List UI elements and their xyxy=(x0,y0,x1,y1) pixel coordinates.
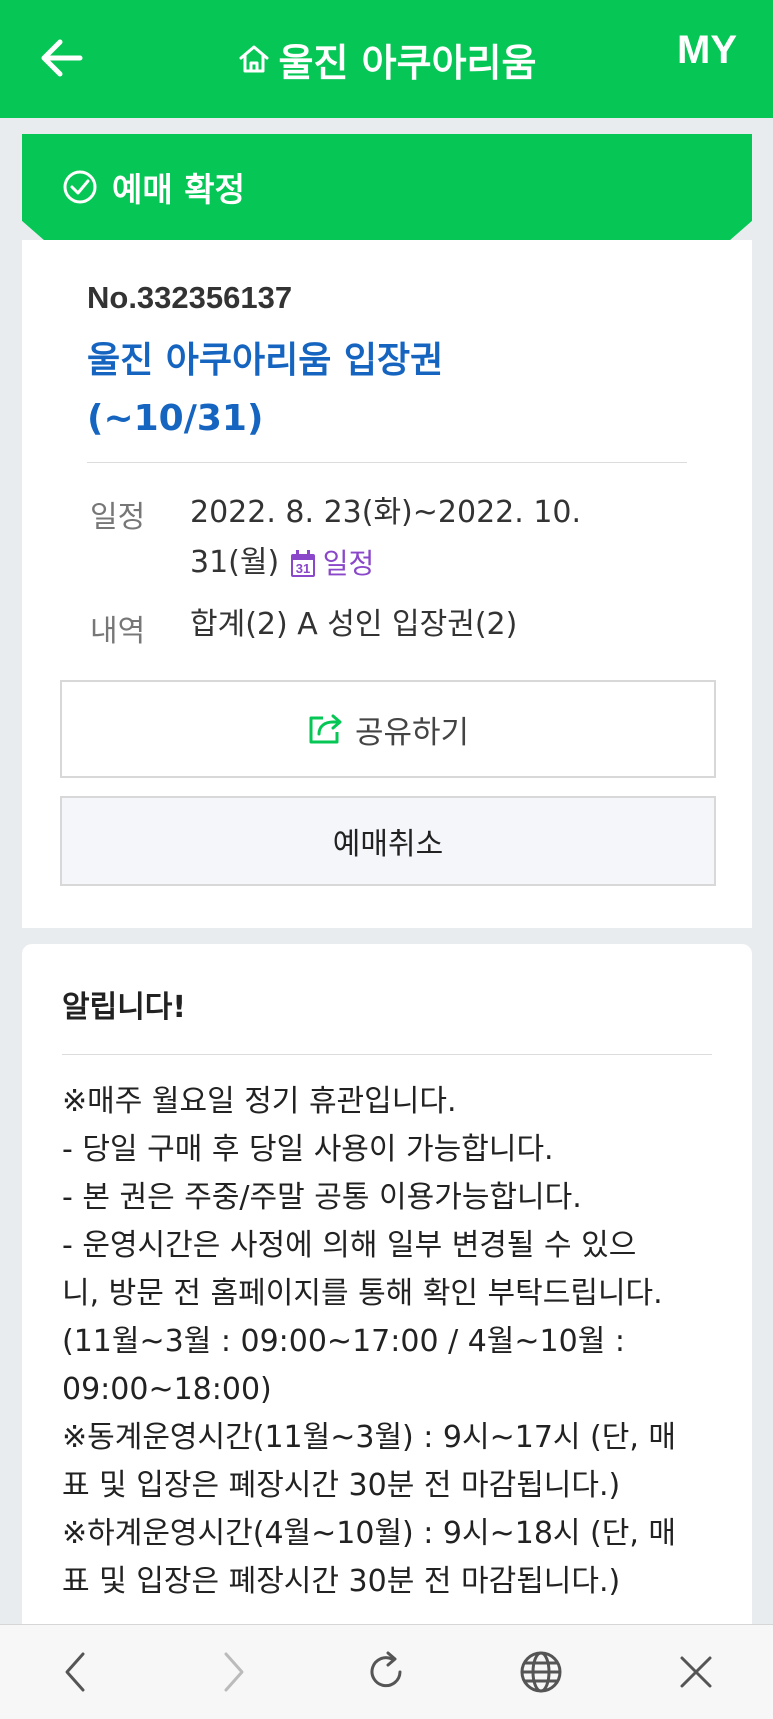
notice-line: - 운영시간은 사정에 의해 일부 변경될 수 있으 xyxy=(62,1228,637,1263)
globe-icon xyxy=(520,1651,562,1693)
details-value: 합계(2) A 성인 입장권(2) xyxy=(190,607,518,642)
notice-line: - 본 권은 주중/주말 공통 이용가능합니다. xyxy=(62,1180,582,1215)
share-label: 공유하기 xyxy=(354,714,470,751)
notice-line: ※하계운영시간(4월~10월) : 9시~18시 (단, 매 xyxy=(62,1516,677,1551)
notice-line: ※매주 월요일 정기 휴관입니다. xyxy=(62,1084,457,1119)
status-label: 예매 확정 xyxy=(112,170,245,209)
cancel-booking-button[interactable]: 예매취소 xyxy=(60,796,716,886)
header-title[interactable]: 울진 아쿠아리움 xyxy=(237,32,537,87)
browser-close-button[interactable] xyxy=(666,1642,726,1702)
notice-title: 알립니다! xyxy=(62,990,187,1025)
close-icon xyxy=(680,1656,712,1688)
arrow-left-icon xyxy=(41,39,83,77)
notice-line: - 당일 구매 후 당일 사용이 가능합니다. xyxy=(62,1132,554,1167)
calendar-link[interactable]: 31 일정 xyxy=(289,539,375,589)
status-banner: 예매 확정 xyxy=(22,134,752,240)
notice-line: ※동계운영시간(11월~3월) : 9시~17시 (단, 매 xyxy=(62,1420,677,1455)
notice-line: 표 및 입장은 폐장시간 30분 전 마감됩니다.) xyxy=(62,1468,621,1503)
details-label: 내역 xyxy=(90,614,146,649)
product-title-line1: 울진 아쿠아리움 입장권 xyxy=(87,340,444,381)
browser-nav-bar xyxy=(0,1624,773,1719)
product-title: 울진 아쿠아리움 입장권 (~10/31) xyxy=(87,332,647,448)
notice-body: ※매주 월요일 정기 휴관입니다. - 당일 구매 후 당일 사용이 가능합니다… xyxy=(62,1078,722,1606)
chevron-right-icon xyxy=(224,1652,244,1692)
share-icon xyxy=(309,714,342,744)
app-header: 울진 아쿠아리움 MY xyxy=(0,0,773,118)
home-icon xyxy=(239,45,269,73)
notice-line: (11월~3월 : 09:00~17:00 / 4월~10월 : xyxy=(62,1324,625,1359)
header-title-text: 울진 아쿠아리움 xyxy=(278,40,537,85)
my-button[interactable]: MY xyxy=(677,28,737,73)
share-button[interactable]: 공유하기 xyxy=(60,680,716,778)
schedule-line2: 31(월) xyxy=(190,545,280,580)
browser-forward-button[interactable] xyxy=(202,1642,262,1702)
schedule-label: 일정 xyxy=(90,500,146,535)
browser-reload-button[interactable] xyxy=(356,1642,416,1702)
notice-divider xyxy=(62,1054,712,1055)
calendar-icon: 31 xyxy=(290,549,315,577)
booking-card: No.332356137 울진 아쿠아리움 입장권 (~10/31) 일정 20… xyxy=(22,240,752,928)
chevron-left-icon xyxy=(65,1652,85,1692)
browser-globe-button[interactable] xyxy=(511,1642,571,1702)
calendar-day: 31 xyxy=(296,561,310,576)
product-title-line2: (~10/31) xyxy=(87,398,264,439)
reload-icon xyxy=(371,1651,402,1688)
notice-section: 알립니다! ※매주 월요일 정기 휴관입니다. - 당일 구매 후 당일 사용이… xyxy=(22,944,752,1624)
card-divider xyxy=(87,462,687,463)
schedule-line1: 2022. 8. 23(화)~2022. 10. xyxy=(190,495,582,530)
booking-number: No.332356137 xyxy=(87,280,293,315)
check-circle-icon xyxy=(63,170,97,204)
browser-back-button[interactable] xyxy=(47,1642,107,1702)
notice-line: 09:00~18:00) xyxy=(62,1372,272,1407)
back-button[interactable] xyxy=(36,30,92,86)
schedule-line2-row: 31(월) 31 일정 xyxy=(190,538,660,589)
notice-line: 니, 방문 전 홈페이지를 통해 확인 부탁드립니다. xyxy=(62,1276,663,1311)
schedule-value: 2022. 8. 23(화)~2022. 10. 31(월) 31 일정 xyxy=(190,488,660,589)
notice-line: 표 및 입장은 폐장시간 30분 전 마감됩니다.) xyxy=(62,1564,621,1599)
calendar-link-label: 일정 xyxy=(322,546,375,580)
